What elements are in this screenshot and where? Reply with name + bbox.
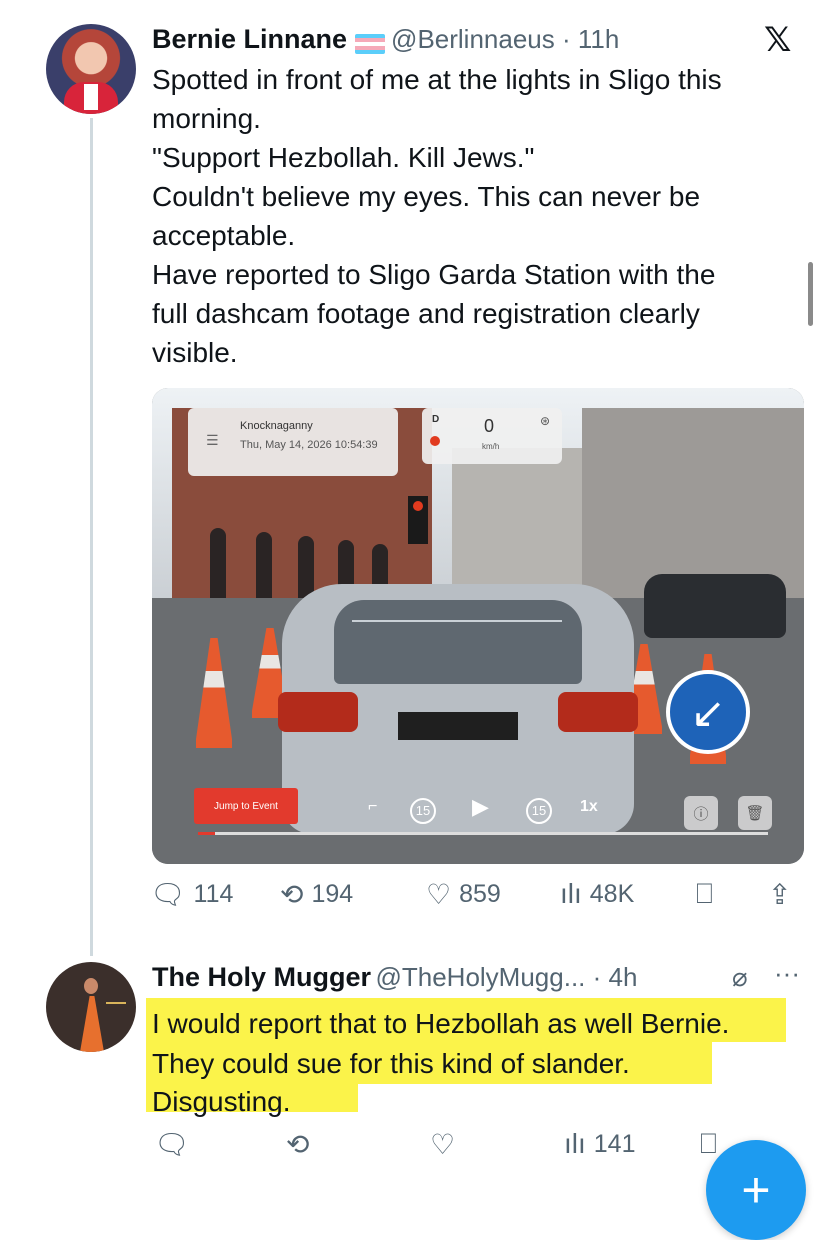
share-button[interactable]: ⇪	[768, 878, 799, 911]
reply-author-handle[interactable]: @TheHolyMugg...	[375, 962, 585, 992]
silver-car	[278, 584, 638, 834]
scrollbar[interactable]	[808, 262, 813, 326]
repost-icon: ⟲	[280, 879, 304, 910]
tweet-action-bar: 🗨 114 ⟲ 194 ♡ 859 ılı 48K ⎕ ⇪	[150, 878, 810, 922]
info-icon[interactable]: ⓘ	[684, 796, 718, 830]
dashcam-info-panel: ☰ Knocknaganny Thu, May 14, 2026 10:54:3…	[188, 408, 398, 476]
tweet-header: Bernie Linnane @Berlinnaeus · 11h	[152, 24, 620, 54]
playback-speed-button[interactable]: 1x	[580, 798, 598, 816]
repost-icon: ⟲	[286, 1129, 310, 1160]
speed-panel: D 0 km/h ⊛	[422, 408, 562, 464]
dashcam-datetime: Thu, May 14, 2026 10:54:39	[240, 439, 378, 451]
bookmark-icon: ⎕	[696, 878, 713, 909]
reply-button[interactable]: 🗨	[154, 1128, 198, 1161]
jump-to-event-button[interactable]: Jump to Event	[194, 788, 298, 824]
views-icon: ılı	[564, 1128, 586, 1159]
reply-line-2: They could sue for this kind of slander.	[152, 1048, 630, 1079]
reply-button[interactable]: 🗨 114	[150, 878, 233, 911]
thread-line	[90, 118, 93, 956]
trim-icon[interactable]: ⌐	[368, 798, 377, 816]
reply-icon: 🗨	[154, 1129, 190, 1160]
drive-indicator: D	[432, 414, 440, 425]
avatar[interactable]	[46, 962, 136, 1052]
bookmark-icon: ⎕	[700, 1128, 717, 1159]
repost-button[interactable]: ⟲	[286, 1128, 317, 1161]
speed-unit: km/h	[482, 442, 500, 451]
menu-icon[interactable]: ☰	[206, 432, 219, 449]
reply-author-name[interactable]: The Holy Mugger	[152, 962, 371, 992]
car-sticker	[352, 620, 562, 632]
trans-flag-icon	[355, 33, 386, 54]
like-button[interactable]: ♡	[430, 1128, 463, 1161]
tweet-media[interactable]: ↙ ☰ Knocknaganny Thu, May 14, 2026 10:54…	[152, 388, 804, 864]
views-button[interactable]: ılı 141	[564, 1128, 636, 1160]
like-count: 859	[459, 880, 501, 908]
reply-icon: 🗨	[150, 879, 186, 910]
repost-button[interactable]: ⟲ 194	[280, 878, 353, 911]
record-dot-icon	[430, 436, 440, 446]
plus-icon: +	[741, 1162, 771, 1218]
tweet-time[interactable]: 11h	[578, 24, 619, 54]
x-logo-icon[interactable]: 𝕏	[764, 20, 791, 60]
traffic-light	[408, 496, 428, 544]
trash-icon[interactable]: 🗑	[738, 796, 772, 830]
reply-count: 114	[193, 880, 234, 908]
more-options-icon[interactable]: ···	[774, 958, 800, 989]
reply-time[interactable]: 4h	[609, 962, 638, 992]
view-count: 48K	[589, 879, 635, 908]
avatar[interactable]	[46, 24, 136, 114]
speed-value: 0	[484, 416, 495, 436]
grok-icon[interactable]: ⌀	[732, 962, 748, 993]
redacted-plate	[398, 712, 518, 740]
reply-header: The Holy Mugger @TheHolyMugg... · 4h	[152, 962, 638, 992]
progress-bar[interactable]	[198, 832, 768, 835]
forward-15-button[interactable]: 15	[526, 798, 552, 824]
play-button[interactable]: ▶	[472, 794, 489, 820]
steering-wheel-icon: ⊛	[540, 414, 551, 428]
reply-line-1: I would report that to Hezbollah as well…	[152, 1008, 730, 1039]
keep-left-sign-icon: ↙	[666, 670, 750, 754]
views-button[interactable]: ılı 48K	[560, 878, 634, 910]
rewind-15-button[interactable]: 15	[410, 798, 436, 824]
author-name[interactable]: Bernie Linnane	[152, 24, 347, 54]
tweet-text: Spotted in front of me at the lights in …	[152, 64, 722, 368]
compose-button[interactable]: +	[706, 1140, 806, 1240]
author-handle[interactable]: @Berlinnaeus	[391, 24, 555, 54]
black-suv	[644, 574, 786, 638]
views-icon: ılı	[560, 878, 582, 909]
reply-line-3: Disgusting.	[152, 1086, 291, 1117]
share-icon: ⇪	[768, 879, 792, 910]
repost-count: 194	[311, 880, 354, 908]
dashcam-location: Knocknaganny	[240, 420, 313, 432]
like-button[interactable]: ♡ 859	[426, 878, 501, 911]
heart-icon: ♡	[430, 1129, 456, 1160]
reply-view-count: 141	[593, 1129, 636, 1158]
bookmark-button[interactable]: ⎕	[696, 878, 721, 911]
heart-icon: ♡	[426, 879, 452, 910]
